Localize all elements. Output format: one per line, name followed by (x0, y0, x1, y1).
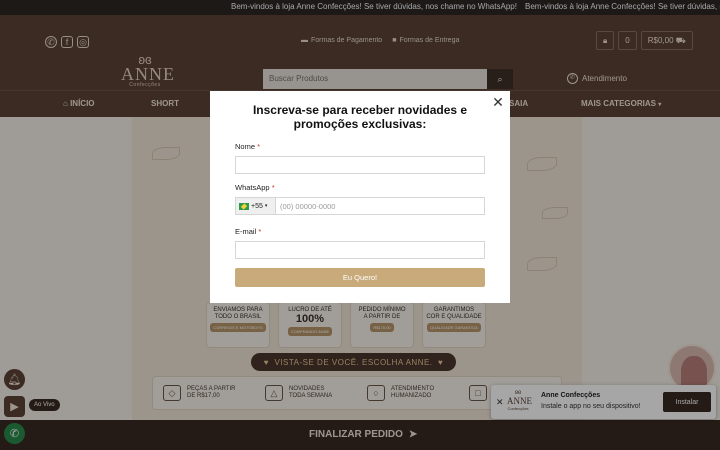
email-field[interactable] (235, 241, 485, 259)
phone-placeholder: (00) 00000-0000 (280, 202, 336, 211)
brazil-flag-icon (239, 202, 249, 210)
country-code-select[interactable]: +55 ▾ (236, 198, 276, 214)
name-field[interactable] (235, 156, 485, 174)
name-label: Nome * (235, 142, 261, 151)
chevron-down-icon: ▾ (264, 203, 268, 209)
submit-button[interactable]: Eu Quero! (235, 268, 485, 287)
newsletter-modal: ✕ Inscreva-se para receber novidades e p… (210, 91, 510, 303)
email-label: E-mail * (235, 227, 262, 236)
whatsapp-label: WhatsApp * (235, 183, 275, 192)
modal-title: Inscreva-se para receber novidades e pro… (252, 103, 468, 131)
close-icon[interactable]: ✕ (491, 95, 505, 109)
whatsapp-field[interactable]: +55 ▾ (00) 00000-0000 (235, 197, 485, 215)
